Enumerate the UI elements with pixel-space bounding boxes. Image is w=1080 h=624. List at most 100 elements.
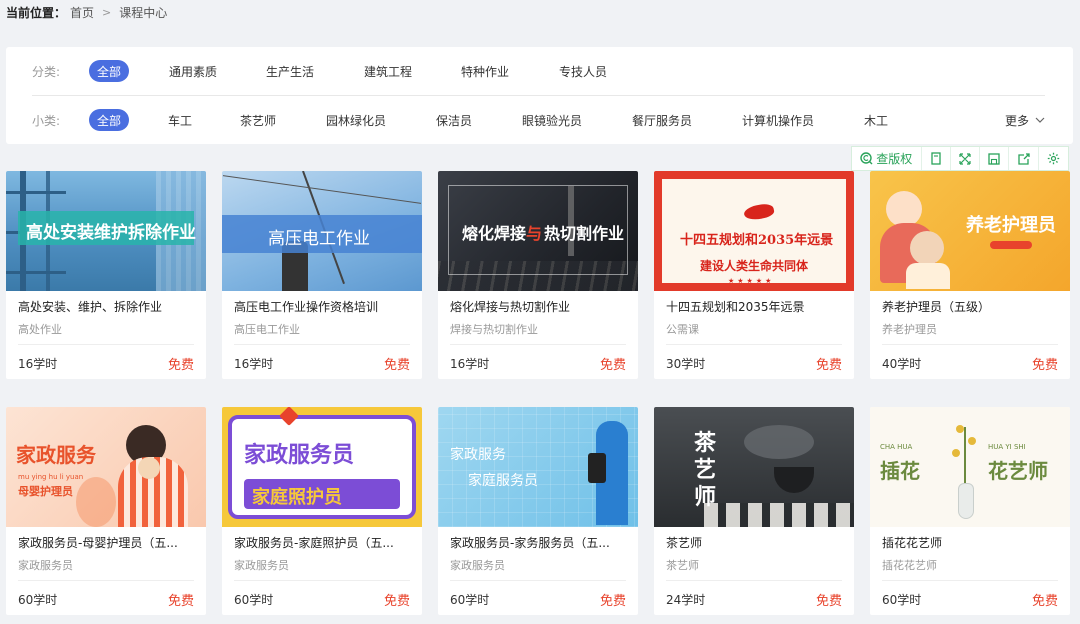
cover-title-b: 花艺师 xyxy=(988,459,1048,483)
course-cover: 茶 艺 师 xyxy=(654,407,854,527)
fullscreen-button[interactable] xyxy=(951,147,981,170)
course-hours: 16学时 xyxy=(234,357,274,371)
more-label: 更多 xyxy=(1004,113,1029,128)
settings-button[interactable] xyxy=(1039,147,1068,170)
plugin-toolbar: 查版权 xyxy=(851,146,1069,171)
course-cover: 家政服务 家庭服务员 xyxy=(438,407,638,527)
more-button[interactable]: 更多 xyxy=(1005,112,1045,129)
course-price: 免费 xyxy=(1031,594,1058,609)
subcategory-all[interactable]: 全部 xyxy=(89,109,129,131)
category-production[interactable]: 生产生活 xyxy=(258,60,322,82)
subcategory-garden[interactable]: 园林绿化员 xyxy=(318,109,394,131)
save-button[interactable] xyxy=(980,147,1010,170)
course-cover: CHA HUA 插花 HUA YI SHI 花艺师 xyxy=(870,407,1070,527)
course-card[interactable]: 养老护理员 养老护理员（五级） 养老护理员 40学时 免费 xyxy=(870,171,1070,379)
course-cover: 高处安装维护拆除作业 xyxy=(6,171,206,291)
cover-title-b: 与 xyxy=(526,224,543,243)
cover-pinyin-a: CHA HUA xyxy=(880,443,913,451)
card-divider xyxy=(234,344,410,345)
copyright-search-icon xyxy=(860,152,873,165)
course-title: 插花花艺师 xyxy=(882,536,943,550)
course-card[interactable]: 家政服务 mu ying hu li yuan 母婴护理员 家政服务员-母婴护理… xyxy=(6,407,206,615)
course-category: 家政服务员 xyxy=(234,559,289,572)
course-hours: 60学时 xyxy=(450,593,490,607)
course-card[interactable]: CHA HUA 插花 HUA YI SHI 花艺师 插花花艺师 插花花艺师 60… xyxy=(870,407,1070,615)
subcategory-cleaner[interactable]: 保洁员 xyxy=(428,109,480,131)
gear-icon xyxy=(1047,152,1060,165)
save-icon xyxy=(988,152,1000,165)
course-category: 焊接与热切割作业 xyxy=(450,323,538,336)
subcategory-restaurant[interactable]: 餐厅服务员 xyxy=(624,109,700,131)
course-title: 十四五规划和2035年远景 xyxy=(666,300,805,314)
course-price: 免费 xyxy=(599,594,626,609)
breadcrumb-label: 当前位置： xyxy=(6,5,67,20)
subcategory-carpenter[interactable]: 木工 xyxy=(856,109,896,131)
course-title: 养老护理员（五级） xyxy=(882,300,991,314)
course-card[interactable]: 茶 艺 师 茶艺师 茶艺师 24学时 免费 xyxy=(654,407,854,615)
course-hours: 60学时 xyxy=(882,593,922,607)
category-general[interactable]: 通用素质 xyxy=(161,60,225,82)
course-title: 熔化焊接与热切割作业 xyxy=(450,300,571,314)
breadcrumb-home[interactable]: 首页 xyxy=(70,4,94,21)
course-price: 免费 xyxy=(167,358,194,373)
course-cover: 十四五规划和2035年远景 建设人类生命共同体 ★★★★★ xyxy=(654,171,854,291)
course-card[interactable]: 十四五规划和2035年远景 建设人类生命共同体 ★★★★★ 十四五规划和2035… xyxy=(654,171,854,379)
course-hours: 16学时 xyxy=(450,357,490,371)
cover-title-a: 家政服务员 xyxy=(244,443,355,468)
cover-title: 养老护理员 xyxy=(966,215,1056,236)
course-price: 免费 xyxy=(599,358,626,373)
category-construction[interactable]: 建筑工程 xyxy=(356,60,420,82)
course-hours: 24学时 xyxy=(666,593,706,607)
copyright-check-label: 查版权 xyxy=(876,152,913,166)
cover-title-a: 插花 xyxy=(880,459,920,483)
course-title: 高处安装、维护、拆除作业 xyxy=(18,300,163,314)
cover-title-c: 师 xyxy=(694,484,717,510)
copyright-check-button[interactable]: 查版权 xyxy=(852,147,922,170)
breadcrumb-current: 课程中心 xyxy=(119,5,168,20)
course-price: 免费 xyxy=(383,594,410,609)
category-all[interactable]: 全部 xyxy=(89,60,129,82)
cover-title-b: 家庭服务员 xyxy=(468,473,538,489)
course-price: 免费 xyxy=(815,358,842,373)
share-icon xyxy=(1017,152,1030,165)
category-professional[interactable]: 专技人员 xyxy=(551,60,615,82)
book-button[interactable] xyxy=(922,147,951,170)
category-special[interactable]: 特种作业 xyxy=(453,60,517,82)
course-hours: 16学时 xyxy=(18,357,58,371)
card-divider xyxy=(234,580,410,581)
course-price: 免费 xyxy=(383,358,410,373)
fullscreen-icon xyxy=(959,152,971,165)
course-card[interactable]: 家政服务 家庭服务员 家政服务员-家务服务员（五... 家政服务员 60学时 免… xyxy=(438,407,638,615)
cover-title-a: 家政服务 xyxy=(16,443,96,467)
course-category: 公需课 xyxy=(666,323,699,336)
cover-title: 高压电工作业 xyxy=(268,229,370,249)
category-label: 分类: xyxy=(32,64,61,79)
cover-pinyin: mu ying hu li yuan xyxy=(18,473,84,481)
subcategory-optometry[interactable]: 眼镜验光员 xyxy=(514,109,590,131)
subcategory-tea[interactable]: 茶艺师 xyxy=(232,109,284,131)
course-category: 高压电工作业 xyxy=(234,323,300,336)
course-title: 家政服务员-家庭照护员（五... xyxy=(234,536,394,550)
course-price: 免费 xyxy=(167,594,194,609)
subcategory-lathe[interactable]: 车工 xyxy=(160,109,200,131)
course-card[interactable]: 高压电工作业 高压电工作业操作资格培训 高压电工作业 16学时 免费 xyxy=(222,171,422,379)
course-hours: 30学时 xyxy=(666,357,706,371)
course-card[interactable]: 熔化焊接 与 热切割作业 熔化焊接与热切割作业 焊接与热切割作业 16学时 免费 xyxy=(438,171,638,379)
course-card[interactable]: 高处安装维护拆除作业 高处安装、维护、拆除作业 高处作业 16学时 免费 xyxy=(6,171,206,379)
course-category: 高处作业 xyxy=(18,323,62,336)
course-hours: 40学时 xyxy=(882,357,922,371)
course-price: 免费 xyxy=(815,594,842,609)
share-button[interactable] xyxy=(1009,147,1039,170)
cover-pinyin-b: HUA YI SHI xyxy=(988,443,1026,451)
cover-title-a: 熔化焊接 xyxy=(462,224,527,243)
course-hours: 60学时 xyxy=(18,593,58,607)
cover-title: 高处安装维护拆除作业 xyxy=(26,223,196,243)
course-cover: 熔化焊接 与 热切割作业 xyxy=(438,171,638,291)
chevron-down-icon xyxy=(1035,117,1045,123)
subcategory-label: 小类: xyxy=(32,113,61,128)
course-category: 养老护理员 xyxy=(882,323,937,336)
course-title: 家政服务员-母婴护理员（五... xyxy=(18,536,178,550)
course-category: 插花花艺师 xyxy=(882,559,937,572)
course-card[interactable]: 家政服务员 家庭照护员 家政服务员-家庭照护员（五... 家政服务员 60学时 … xyxy=(222,407,422,615)
subcategory-computer[interactable]: 计算机操作员 xyxy=(734,109,822,131)
